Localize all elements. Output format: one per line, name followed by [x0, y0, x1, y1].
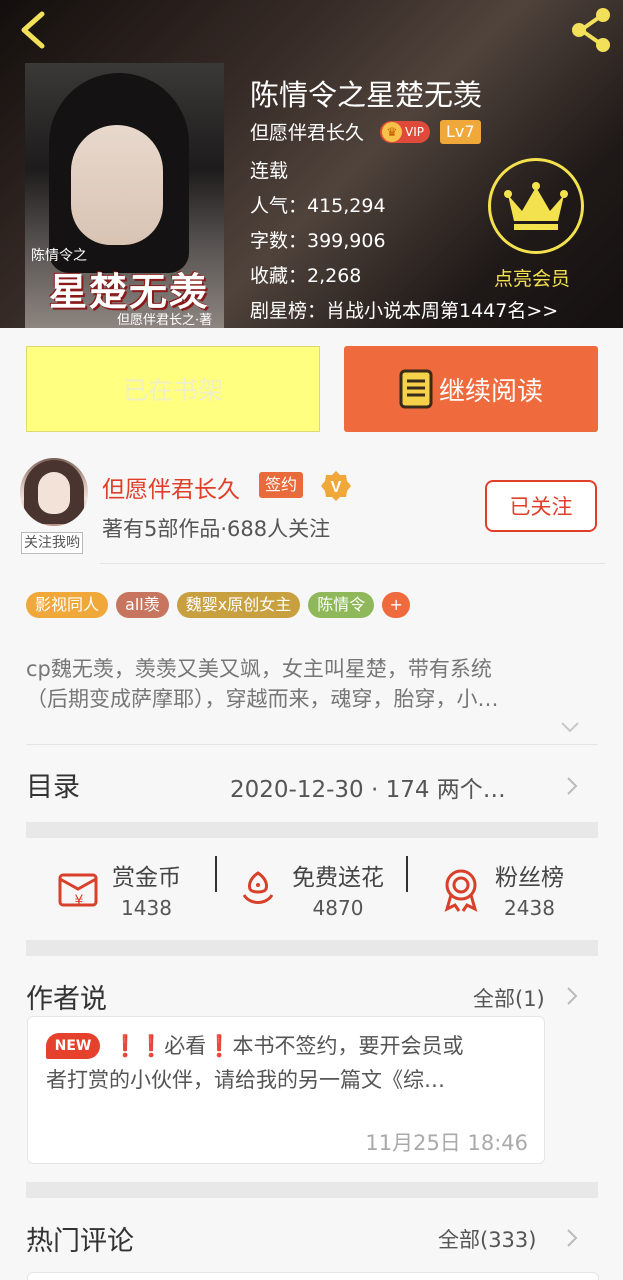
divider [100, 563, 606, 564]
comment-card[interactable] [27, 1272, 599, 1280]
add-tag-button[interactable]: + [382, 592, 411, 618]
reward-label: 免费送花 [292, 865, 384, 891]
hot-comments-title: 热门评论 [26, 1226, 134, 1257]
reward-coins-button[interactable]: ¥ 赏金币 1438 [54, 858, 181, 920]
send-flower-button[interactable]: 免费送花 4870 [234, 858, 384, 920]
crown-icon [504, 182, 568, 230]
favorites-stat: 收藏：2,268 [250, 265, 362, 287]
author-name[interactable]: 但愿伴君长久 [102, 470, 240, 504]
reward-label: 粉丝榜 [495, 865, 564, 891]
word-count-stat: 字数：399,906 [250, 230, 386, 252]
in-bookshelf-button[interactable]: 已在书架 [26, 346, 320, 432]
continue-reading-label: 继续阅读 [438, 376, 543, 407]
tag-item[interactable]: 陈情令 [308, 592, 375, 618]
author-avatar[interactable] [20, 458, 88, 526]
cover-author: 但愿伴君长之·著 [117, 313, 213, 328]
chevron-right-icon[interactable] [566, 1228, 578, 1248]
book-cover[interactable]: 陈情令之 星楚无羡 但愿伴君长之·著 [25, 63, 224, 328]
medal-icon [444, 869, 478, 912]
author-note-text: ❗❗必看❗本书不签约，要开会员或 者打赏的小伙伴，请给我的另一篇文《综… [46, 1034, 464, 1092]
cover-figure-face [71, 125, 163, 245]
red-envelope-icon: ¥ [58, 873, 98, 909]
vip-badge: ♛ VIP [380, 120, 430, 143]
author-says-title: 作者说 [26, 984, 107, 1015]
share-icon [572, 8, 610, 52]
continue-reading-button[interactable]: 继续阅读 [344, 346, 598, 432]
book-summary[interactable]: cp魏无羡，羡羡又美又飒，女主叫星楚，带有系统 （后期变成萨摩耶），穿越而来，魂… [26, 654, 586, 714]
followed-button[interactable]: 已关注 [485, 480, 597, 532]
chevron-down-icon[interactable] [560, 720, 580, 734]
book-title: 陈情令之星楚无羡 [250, 78, 483, 112]
popularity-stat: 人气：415,294 [250, 195, 386, 217]
divider [215, 856, 217, 892]
reward-label: 赏金币 [112, 865, 181, 891]
author-says-all-link[interactable]: 全部(1) [473, 983, 545, 1013]
header-author-row: 但愿伴君长久 ♛ VIP Lv7 [250, 118, 481, 145]
author-stats: 著有5部作品·688人关注 [102, 517, 331, 541]
member-label[interactable]: 点亮会员 [494, 264, 570, 291]
section-separator [26, 822, 598, 838]
share-button[interactable] [567, 6, 615, 54]
tag-item[interactable]: all羡 [116, 592, 169, 618]
divider [406, 856, 408, 892]
svg-text:¥: ¥ [75, 893, 84, 909]
header-author-name[interactable]: 但愿伴君长久 [250, 118, 364, 145]
catalog-title[interactable]: 目录 [26, 765, 80, 804]
reward-count: 2438 [504, 896, 555, 920]
reward-count: 1438 [121, 896, 172, 920]
chevron-left-icon [21, 11, 45, 49]
book-status: 连载 [250, 160, 289, 182]
book-icon [399, 369, 433, 409]
cover-title: 星楚无羡 [49, 269, 210, 314]
verified-v-icon: V [321, 471, 351, 501]
ranking-link[interactable]: 剧星榜：肖战小说本周第1447名>> [250, 296, 558, 323]
crown-icon: ♛ [382, 121, 403, 142]
divider [26, 744, 598, 745]
new-badge: NEW [46, 1033, 100, 1059]
book-header: 陈情令之 星楚无羡 但愿伴君长之·著 陈情令之星楚无羡 但愿伴君长久 ♛ VIP… [0, 0, 623, 328]
level-badge: Lv7 [440, 119, 481, 144]
member-button[interactable] [488, 158, 584, 254]
author-note-card[interactable]: ❗❗必看❗本书不签约，要开会员或 者打赏的小伙伴，请给我的另一篇文《综… NEW… [27, 1016, 545, 1164]
fan-ranking-button[interactable]: 粉丝榜 2438 [437, 858, 564, 920]
svg-text:V: V [331, 479, 342, 496]
hot-comments-all-link[interactable]: 全部(333) [438, 1224, 536, 1254]
signed-badge: 签约 [259, 472, 304, 498]
back-button[interactable] [14, 8, 54, 52]
chevron-right-icon[interactable] [566, 986, 578, 1006]
tag-item[interactable]: 影视同人 [26, 592, 109, 618]
tag-list: 影视同人 all羡 魏婴x原创女主 陈情令 + [26, 592, 411, 618]
flower-icon [242, 871, 274, 904]
follow-me-label: 关注我哟 [21, 532, 83, 554]
tag-item[interactable]: 魏婴x原创女主 [176, 592, 301, 618]
note-timestamp: 11月25日 18:46 [365, 1131, 528, 1155]
section-separator [26, 1182, 598, 1198]
section-separator [26, 940, 598, 956]
reward-count: 4870 [312, 896, 364, 920]
catalog-latest-chapter[interactable]: 2020-12-30 · 174 两个… [230, 770, 506, 804]
chevron-right-icon[interactable] [566, 776, 578, 796]
